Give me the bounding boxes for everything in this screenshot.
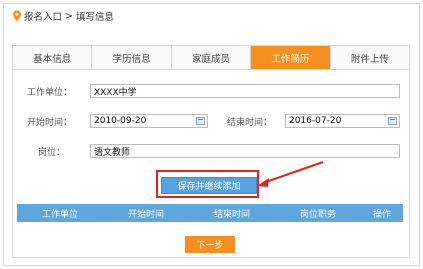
save-and-continue-button[interactable]: 保存并继续添加: [161, 177, 257, 194]
tab-family[interactable]: 家庭成员: [172, 46, 252, 69]
calendar-icon[interactable]: [196, 117, 205, 125]
col-actions: 操作: [372, 209, 391, 220]
breadcrumb: 报名入口 > 填写信息: [12, 8, 114, 24]
tab-basic-info[interactable]: 基本信息: [13, 46, 93, 69]
work-history-table-header: 工作单位 开始时间 结束时间 岗位职务 操作: [17, 204, 403, 222]
employer-value: XXXX中学: [94, 87, 137, 98]
annotation-arrow: [257, 161, 324, 187]
tab-work-history[interactable]: 工作简历: [251, 46, 331, 69]
location-pin-icon: [12, 10, 22, 22]
employer-label: 工作单位：: [27, 88, 73, 98]
col-end-time: 结束时间: [213, 209, 250, 220]
end-time-label: 结束时间：: [227, 118, 273, 128]
col-start-time: 开始时间: [127, 209, 164, 220]
position-value: 语文教师: [94, 147, 131, 158]
position-field[interactable]: 语文教师: [90, 144, 400, 158]
tab-attachments[interactable]: 附件上传: [331, 46, 409, 69]
breadcrumb-home[interactable]: 报名入口: [24, 9, 62, 23]
form-panel: [12, 70, 410, 258]
tab-education[interactable]: 学历信息: [92, 46, 172, 69]
col-position: 岗位职务: [299, 209, 336, 220]
breadcrumb-current: 填写信息: [75, 12, 114, 23]
next-step-button[interactable]: 下一步: [185, 236, 235, 253]
tab-bar: 基本信息 学历信息 家庭成员 工作简历 附件上传: [12, 45, 410, 70]
position-label: 岗位：: [38, 148, 66, 158]
start-time-field[interactable]: 2010-09-20: [90, 114, 208, 128]
calendar-icon[interactable]: [388, 117, 397, 125]
start-time-label: 开始时间：: [27, 118, 73, 128]
end-time-field[interactable]: 2016-07-20: [285, 114, 400, 128]
col-employer: 工作单位: [41, 209, 78, 220]
start-time-value: 2010-09-20: [94, 116, 147, 126]
end-time-value: 2016-07-20: [289, 116, 342, 126]
breadcrumb-separator: >: [65, 10, 73, 22]
employer-field[interactable]: XXXX中学: [90, 84, 400, 98]
